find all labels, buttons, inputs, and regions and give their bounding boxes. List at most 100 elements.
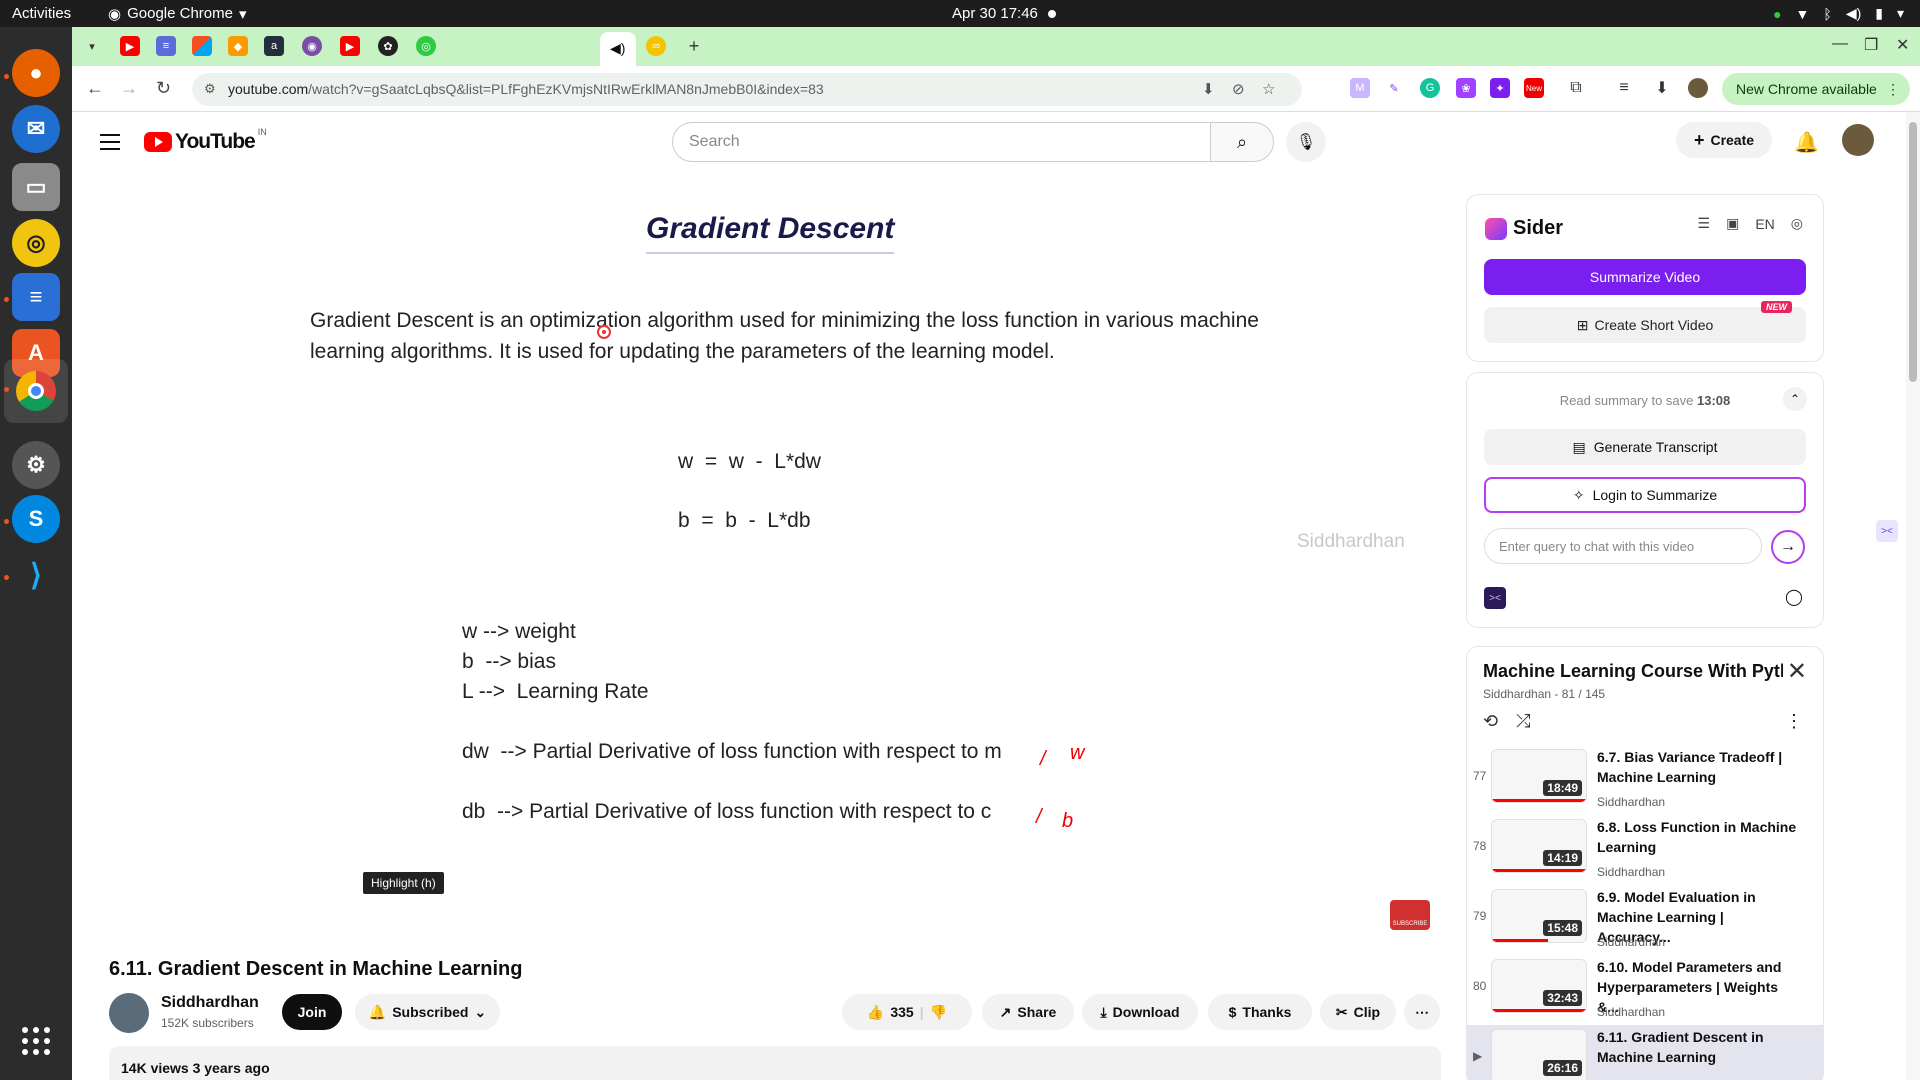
settings-icon[interactable]: ⚙ [12, 441, 60, 489]
minimize-button[interactable]: — [1832, 35, 1848, 53]
chat-query-input[interactable]: Enter query to chat with this video [1484, 528, 1762, 564]
tab-aws[interactable]: a [264, 36, 284, 56]
playlist-item-current[interactable]: ▶ 26:16 6.11. Gradient Descent in Machin… [1467, 1025, 1823, 1080]
eye-off-icon[interactable]: ⊘ [1232, 80, 1245, 98]
site-info-icon[interactable]: ⚙ [204, 81, 216, 97]
install-icon[interactable]: ⬇ [1202, 80, 1215, 98]
download-button[interactable]: ⤓ Download [1082, 994, 1198, 1030]
create-short-video-button[interactable]: ⊞ Create Short Video NEW [1484, 301, 1806, 343]
search-button[interactable]: ⌕ [1210, 122, 1274, 162]
skype-icon[interactable]: S [12, 495, 60, 543]
tab-search-icon[interactable]: ▾ [82, 36, 102, 56]
user-icon[interactable]: ◯ [1785, 587, 1803, 607]
create-button[interactable]: + Create [1676, 122, 1772, 158]
summarize-video-button[interactable]: Summarize Video [1484, 259, 1806, 295]
scrollbar-thumb[interactable] [1909, 122, 1917, 382]
generate-transcript-button[interactable]: ▤ Generate Transcript [1484, 429, 1806, 465]
chrome-dock-icon[interactable] [4, 359, 68, 423]
subscribe-watermark-button[interactable]: SUBSCRIBE [1390, 900, 1430, 930]
loop-icon[interactable]: ⟲ [1483, 711, 1498, 732]
tab-openai[interactable]: ✿ [378, 36, 398, 56]
views-and-date: 14K views 3 years ago [121, 1060, 270, 1076]
tab-green[interactable]: ◎ [416, 36, 436, 56]
files-icon[interactable]: ▭ [12, 163, 60, 211]
extension-icon[interactable]: M [1350, 78, 1370, 98]
forward-button[interactable]: → [120, 78, 138, 99]
downloads-icon[interactable]: ⬇ [1652, 78, 1672, 98]
new-chrome-available-button[interactable]: New Chrome available ⋮ [1722, 73, 1910, 105]
playlist-item[interactable]: 79 15:48 6.9. Model Evaluation in Machin… [1467, 885, 1823, 955]
activities-button[interactable]: Activities [12, 5, 71, 22]
writer-icon[interactable]: ≡ [12, 273, 60, 321]
notifications-bell-icon[interactable]: 🔔 [1794, 130, 1819, 155]
thanks-button[interactable]: $ Thanks [1208, 994, 1312, 1030]
language-selector[interactable]: EN [1755, 216, 1774, 232]
shuffle-icon[interactable]: ⤮ [1516, 711, 1530, 732]
vscode-icon[interactable]: ⟩ [12, 551, 60, 599]
close-window-button[interactable]: ✕ [1896, 35, 1909, 55]
media-control-icon[interactable]: ≡ [1614, 78, 1634, 98]
subscribed-button[interactable]: 🔔 Subscribed ⌄ [355, 994, 500, 1030]
bookmark-star-icon[interactable]: ☆ [1262, 80, 1275, 98]
video-player[interactable]: Gradient Descent Gradient Descent is an … [88, 170, 1528, 910]
tab-docs[interactable]: ≡ [156, 36, 176, 56]
settings-icon[interactable]: ◎ [1791, 215, 1803, 232]
sider-mini-icon[interactable]: >< [1484, 587, 1506, 609]
close-playlist-icon[interactable]: ✕ [1787, 657, 1807, 686]
list-view-icon[interactable]: ☰ [1698, 215, 1711, 232]
address-bar[interactable]: ⚙ youtube.com/watch?v=gSaatcLqbsQ&list=P… [192, 73, 1302, 106]
like-button[interactable]: 👍 335 [867, 1004, 914, 1021]
sider-side-toggle[interactable]: >< [1876, 520, 1898, 542]
tab-active[interactable]: ◀) [600, 32, 636, 66]
tab-yellow[interactable]: ∞ [646, 36, 666, 56]
playlist-title[interactable]: Machine Learning Course With Pyth... [1483, 661, 1783, 682]
account-avatar[interactable] [1842, 124, 1874, 156]
tab-round[interactable]: ◉ [302, 36, 322, 56]
clip-button[interactable]: ✂ Clip [1320, 994, 1396, 1030]
playlist-more-icon[interactable]: ⋮ [1785, 711, 1803, 732]
clock[interactable]: Apr 30 17:46 [952, 5, 1056, 22]
page-scrollbar[interactable] [1906, 112, 1920, 1080]
purple-extension-icon[interactable]: ✦ [1490, 78, 1510, 98]
grammarly-icon[interactable]: G [1420, 78, 1440, 98]
rhythmbox-icon[interactable]: ◎ [12, 219, 60, 267]
profile-avatar[interactable] [1688, 78, 1708, 98]
battery-icon: ▮ [1875, 5, 1883, 21]
playlist-item[interactable]: 80 32:43 6.10. Model Parameters and Hype… [1467, 955, 1823, 1025]
youtube-logo[interactable]: YouTube IN [144, 127, 267, 154]
playlist-item[interactable]: 78 14:19 6.8. Loss Function in Machine L… [1467, 815, 1823, 885]
more-actions-button[interactable]: ⋯ [1404, 994, 1440, 1030]
playlist-item[interactable]: 77 18:49 6.7. Bias Variance Tradeoff | M… [1467, 745, 1823, 815]
system-tray[interactable]: ● ▼ ᛒ ◀) ▮ ▾ [1773, 5, 1904, 22]
menu-icon[interactable] [100, 134, 120, 155]
sider-extension-icon[interactable]: ❀ [1456, 78, 1476, 98]
share-button[interactable]: ↗ Share [982, 994, 1074, 1030]
voice-search-button[interactable]: 🎙 [1286, 122, 1326, 162]
tab-package[interactable]: ◆ [228, 36, 248, 56]
captions-icon[interactable]: ▣ [1726, 215, 1739, 232]
maximize-button[interactable]: ❐ [1864, 35, 1878, 55]
extensions-puzzle-icon[interactable]: ⧉ [1566, 78, 1586, 98]
description-box[interactable]: 14K views 3 years ago [109, 1046, 1441, 1080]
show-apps-icon[interactable] [22, 1027, 50, 1055]
firefox-icon[interactable]: ● [12, 49, 60, 97]
search-input[interactable]: Search [672, 122, 1212, 162]
tab-youtube-2[interactable]: ▶ [340, 36, 360, 56]
app-menu[interactable]: ◉ Google Chrome ▾ [108, 5, 247, 23]
dislike-button[interactable]: 👎 [930, 1004, 947, 1021]
collapse-button[interactable]: ⌃ [1783, 387, 1807, 411]
pen-extension-icon[interactable]: ✎ [1384, 78, 1404, 98]
new-extension-icon[interactable]: New [1524, 78, 1544, 98]
tab-youtube[interactable]: ▶ [120, 36, 140, 56]
send-button[interactable]: → [1771, 530, 1805, 564]
channel-avatar[interactable] [109, 993, 149, 1033]
reload-button[interactable]: ↻ [156, 78, 171, 99]
login-to-summarize-button[interactable]: ✧ Login to Summarize [1484, 477, 1806, 513]
thunderbird-icon[interactable]: ✉ [12, 105, 60, 153]
back-button[interactable]: ← [86, 78, 104, 99]
new-tab-button[interactable]: + [684, 36, 704, 56]
item-author: Siddhardhan [1597, 935, 1666, 949]
tab-microsoft[interactable] [192, 36, 212, 56]
channel-name[interactable]: Siddhardhan [161, 994, 259, 1012]
join-button[interactable]: Join [282, 994, 342, 1030]
